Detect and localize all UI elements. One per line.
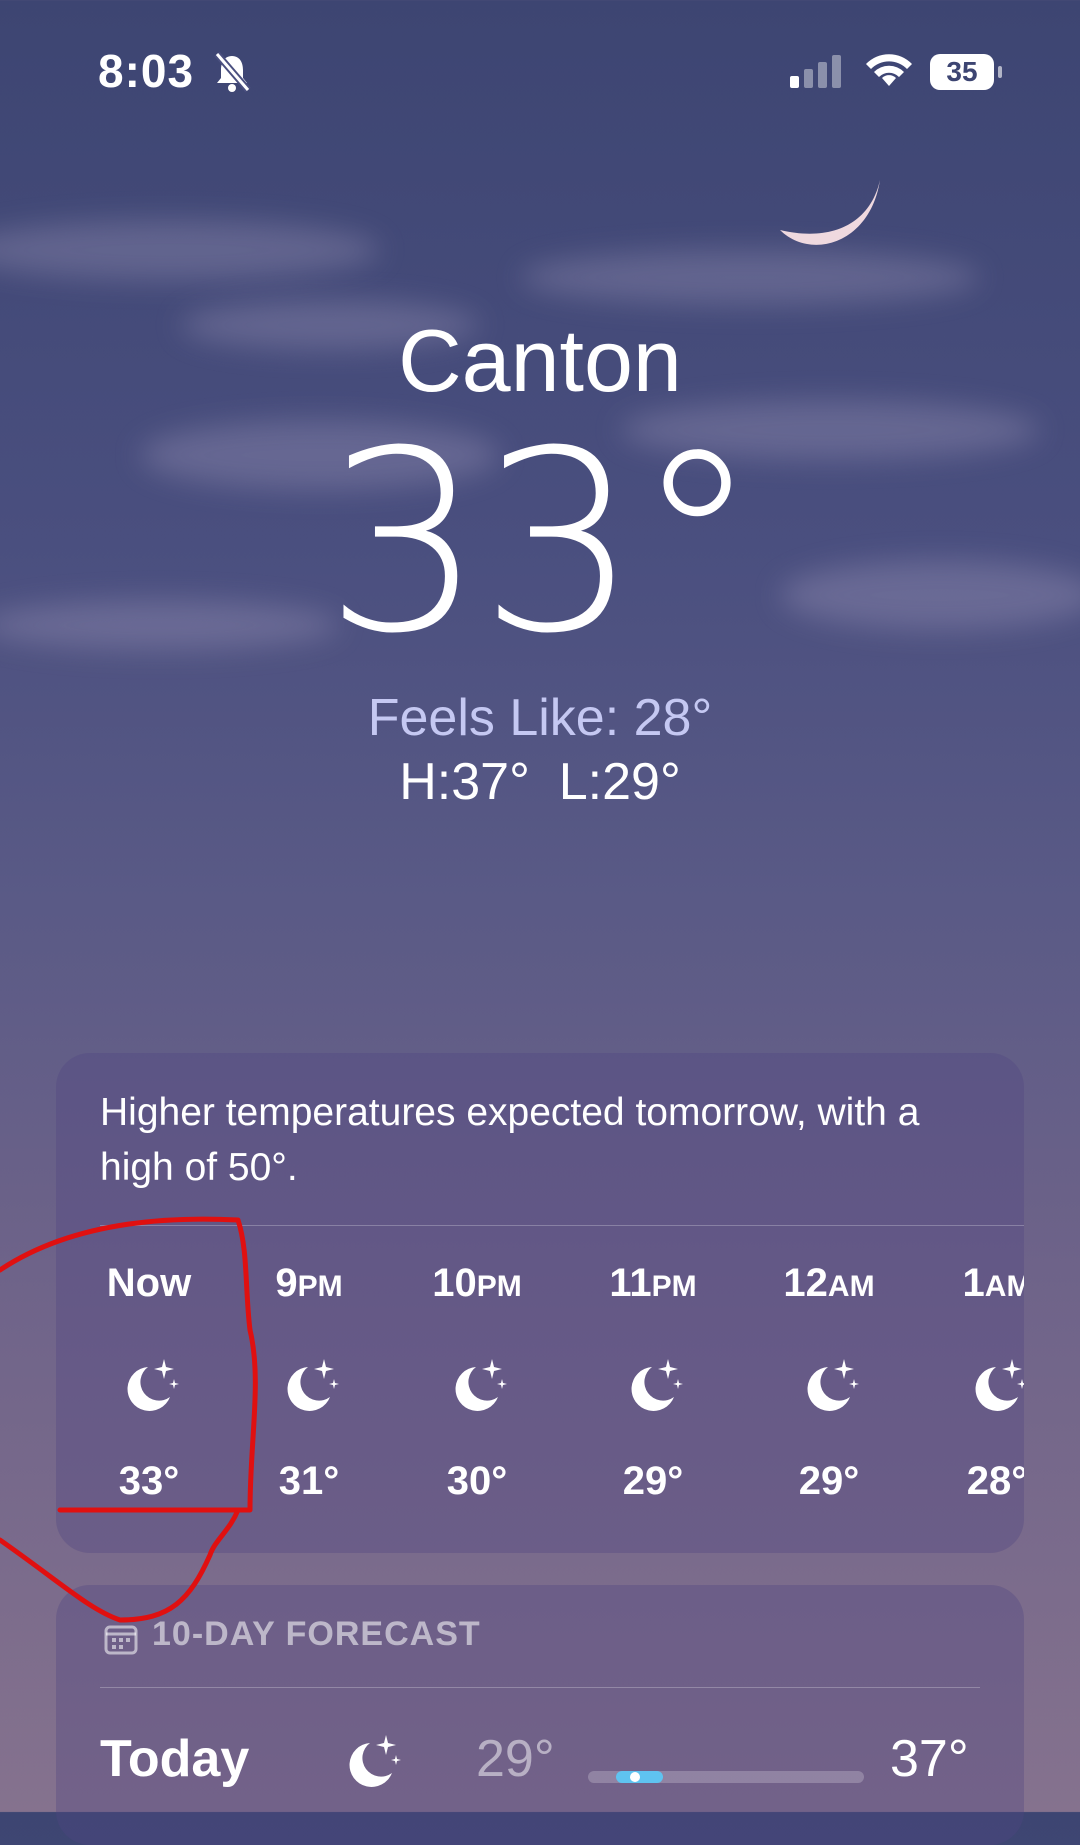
hour-label: 12AM [783, 1261, 875, 1305]
hour-item[interactable]: 10PM 30° [402, 1253, 552, 1504]
hour-item[interactable]: 1AM 28° [922, 1253, 1024, 1504]
status-bar: 8:03 35 [0, 0, 1080, 140]
divider [100, 1687, 980, 1688]
hour-temp: 30° [446, 1459, 508, 1503]
moon-stars-icon [754, 1353, 904, 1423]
hour-item[interactable]: Now 33° [74, 1253, 224, 1504]
hour-item[interactable]: 12AM 29° [754, 1253, 904, 1504]
day-label: Today [100, 1730, 250, 1788]
forecast-row-today[interactable]: Today 29° 37° [56, 1701, 1024, 1821]
hour-temp: 31° [278, 1459, 340, 1503]
moon-stars-icon [578, 1353, 728, 1423]
hour-label: Now [106, 1261, 192, 1305]
day-high-temp: 37° [890, 1730, 969, 1788]
hour-temp: 29° [622, 1459, 684, 1503]
day-low-temp: 29° [476, 1730, 555, 1788]
bell-slash-icon [214, 51, 251, 93]
hour-temp: 33° [118, 1459, 180, 1503]
ten-day-forecast-card[interactable]: 10-DAY FORECAST Today 29° 37° [56, 1585, 1024, 1845]
high-low: H:37° L:29° [399, 753, 681, 811]
moon-stars-icon [74, 1353, 224, 1423]
hour-label: 9PM [275, 1261, 343, 1305]
calendar-icon [104, 1625, 138, 1655]
background-cloud [520, 250, 980, 305]
feels-like: Feels Like: 28° [367, 689, 713, 747]
forecast-header: 10-DAY FORECAST [152, 1615, 481, 1653]
hour-item[interactable]: 11PM 29° [578, 1253, 728, 1504]
background-cloud [0, 220, 380, 280]
hour-label: 11PM [609, 1261, 697, 1305]
wifi-icon [866, 54, 912, 86]
moon-stars-icon [336, 1729, 406, 1804]
crescent-moon-icon [780, 180, 880, 245]
moon-stars-icon [402, 1353, 552, 1423]
hour-temp: 29° [798, 1459, 860, 1503]
current-temp-marker [629, 1772, 640, 1782]
cellular-signal-icon [790, 55, 841, 88]
divider [100, 1225, 1024, 1226]
moon-stars-icon [922, 1353, 1024, 1423]
temperature-range-bar [588, 1771, 864, 1783]
battery-tip [998, 66, 1002, 78]
forecast-summary: Higher temperatures expected tomorrow, w… [100, 1091, 920, 1189]
hour-item[interactable]: 9PM 31° [234, 1253, 384, 1504]
hour-label: 1AM [962, 1261, 1024, 1305]
hour-label: 10PM [432, 1261, 522, 1305]
battery-indicator: 35 [930, 54, 994, 90]
current-temperature: 33° [324, 397, 759, 688]
hour-temp: 28° [966, 1459, 1024, 1503]
hourly-forecast-card[interactable]: Higher temperatures expected tomorrow, w… [56, 1053, 1024, 1553]
moon-stars-icon [234, 1353, 384, 1423]
hourly-scroll[interactable]: Now 33° 9PM 31° 10PM 30° 11PM 29° 12AM 2… [56, 1253, 1024, 1553]
status-time: 8:03 [98, 45, 195, 97]
